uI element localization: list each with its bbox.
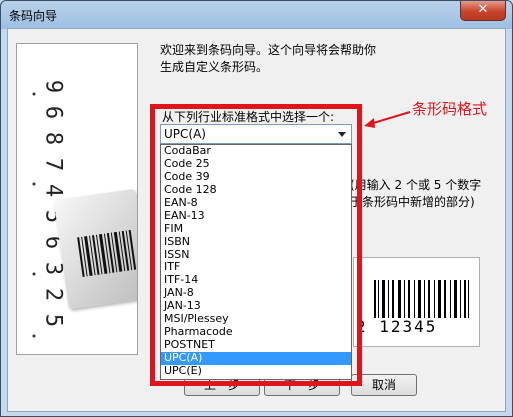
illustration-digit: 6 — [40, 105, 66, 120]
dropdown-option[interactable]: Code 25 — [161, 157, 351, 171]
dropdown-option[interactable]: EAN-13 — [161, 209, 351, 223]
annotation-arrow-icon — [364, 111, 411, 128]
title-bar: 条码向导 ✕ — [1, 1, 512, 29]
illustration-digit: 4 — [40, 183, 66, 198]
illustration-dots — [32, 92, 36, 338]
format-select[interactable]: UPC(A) — [160, 124, 352, 144]
barcode-preview: 2 12345 — [353, 257, 480, 347]
illustration-digit: 8 — [40, 131, 66, 146]
dropdown-option[interactable]: UPC(A) — [161, 351, 351, 365]
mini-barcode-graphic — [77, 229, 137, 277]
illustration-digit: 7 — [40, 157, 66, 172]
format-select-value: UPC(A) — [164, 127, 206, 141]
intro-text: 欢迎来到条码向导。这个向导将会帮助你 生成自定义条形码。 — [160, 42, 490, 76]
hint-line-1: (用输入 2 个或 5 个数字 — [350, 178, 482, 192]
format-dropdown-list[interactable]: CodaBar Code 25 Code 39 Code 128 EAN-8 EAN-13… — [160, 144, 352, 380]
chevron-down-icon[interactable] — [338, 132, 346, 137]
close-button[interactable]: ✕ — [460, 1, 506, 21]
dropdown-option[interactable]: Code 128 — [161, 183, 351, 197]
preview-digits: 2 12345 — [356, 317, 438, 336]
hint-text: (用输入 2 个或 5 个数字 于条形码中新增的部分) — [350, 177, 481, 211]
hint-line-2: 于条形码中新增的部分) — [350, 195, 475, 209]
dropdown-option[interactable]: EAN-8 — [161, 196, 351, 210]
dropdown-option[interactable]: ISSN — [161, 248, 351, 262]
dropdown-option[interactable]: ISBN — [161, 235, 351, 249]
illustration-digit: 2 — [40, 287, 66, 302]
format-label: 从下列行业标准格式中选择一个: — [162, 110, 335, 124]
dropdown-option[interactable]: Code 39 — [161, 170, 351, 184]
annotation-label: 条形码格式 — [412, 100, 488, 118]
intro-line-1: 欢迎来到条码向导。这个向导将会帮助你 — [160, 43, 377, 57]
illustration-digit: 9 — [40, 79, 66, 94]
dropdown-option[interactable]: CodaBar — [161, 145, 351, 158]
preview-bars — [374, 280, 469, 318]
illustration-digit: 5 — [40, 313, 66, 328]
window-title: 条码向导 — [9, 9, 58, 23]
peeled-label-graphic — [53, 188, 137, 310]
dropdown-option[interactable]: FIM — [161, 222, 351, 236]
dropdown-option[interactable]: UPC(E) — [161, 364, 351, 378]
barcode-illustration: 9687456325 — [16, 43, 138, 355]
intro-line-2: 生成自定义条形码。 — [160, 60, 269, 74]
